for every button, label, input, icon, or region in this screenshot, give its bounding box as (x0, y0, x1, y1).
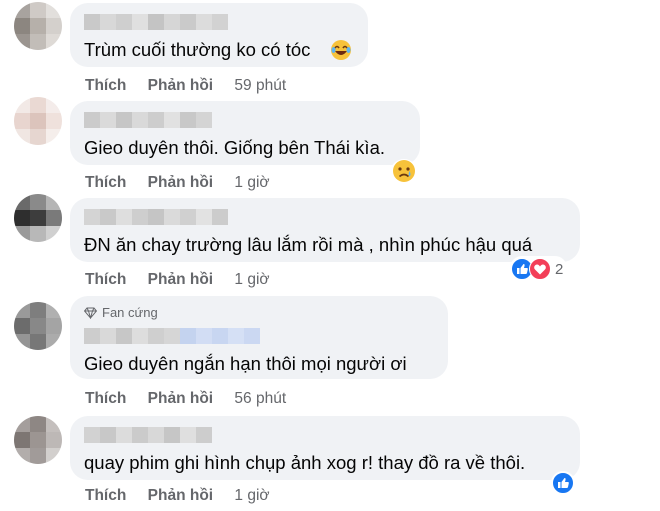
badge-label: Fan cứng (102, 305, 158, 320)
reply-button[interactable]: Phản hồi (148, 271, 213, 288)
comment-bubble: Fan cứng Gieo duyên ngắn hạn thôi mọi ng… (70, 296, 448, 379)
reply-button[interactable]: Phản hồi (148, 390, 213, 407)
reply-button[interactable]: Phản hồi (148, 487, 213, 504)
timestamp[interactable]: 1 giờ (234, 487, 269, 504)
like-button[interactable]: Thích (85, 487, 126, 504)
author-name-blurred[interactable] (84, 112, 212, 128)
comment-actions: Thích Phản hồi 1 giờ (85, 487, 270, 505)
comment-text: ĐN ăn chay trường lâu lắm rồi mà , nhìn … (84, 234, 533, 255)
comment-bubble: Gieo duyên thôi. Giống bên Thái kìa. (70, 101, 420, 165)
like-icon (552, 472, 574, 494)
avatar[interactable] (14, 2, 62, 50)
comment-text: Gieo duyên ngắn hạn thôi mọi người ơi (84, 353, 407, 374)
comment-text: quay phim ghi hình chụp ảnh xog r! thay … (84, 452, 526, 473)
comment-actions: Thích Phản hồi 59 phút (85, 77, 286, 95)
sad-emoji-icon (392, 159, 416, 188)
reaction-count: 2 (555, 260, 564, 278)
comment-text: Trùm cuối thường ko có tóc (84, 39, 311, 60)
timestamp[interactable]: 1 giờ (234, 174, 269, 191)
author-name-blurred[interactable] (84, 14, 228, 30)
author-name-blurred[interactable] (84, 328, 260, 344)
reaction-summary[interactable]: 2 (510, 256, 568, 282)
timestamp[interactable]: 1 giờ (234, 271, 269, 288)
author-name-blurred[interactable] (84, 427, 212, 443)
timestamp[interactable]: 56 phút (234, 390, 286, 407)
like-button[interactable]: Thích (85, 390, 126, 407)
comment-bubble: ĐN ăn chay trường lâu lắm rồi mà , nhìn … (70, 198, 580, 262)
reaction-summary[interactable] (551, 471, 575, 495)
comment-bubble: Trùm cuối thường ko có tóc (70, 3, 368, 67)
comment-bubble: quay phim ghi hình chụp ảnh xog r! thay … (70, 416, 580, 480)
reaction-summary[interactable] (390, 159, 418, 187)
author-name-blurred[interactable] (84, 209, 228, 225)
avatar[interactable] (14, 97, 62, 145)
avatar[interactable] (14, 194, 62, 242)
reply-button[interactable]: Phản hồi (148, 77, 213, 94)
comment-actions: Thích Phản hồi 1 giờ (85, 174, 270, 192)
timestamp[interactable]: 59 phút (234, 77, 286, 94)
avatar[interactable] (14, 416, 62, 464)
reply-button[interactable]: Phản hồi (148, 174, 213, 191)
comment-actions: Thích Phản hồi 1 giờ (85, 271, 270, 289)
like-button[interactable]: Thích (85, 174, 126, 191)
love-icon (529, 258, 551, 280)
comment-actions: Thích Phản hồi 56 phút (85, 390, 286, 408)
like-button[interactable]: Thích (85, 271, 126, 288)
diamond-icon (84, 307, 97, 319)
avatar[interactable] (14, 302, 62, 350)
like-button[interactable]: Thích (85, 77, 126, 94)
comment-text: Gieo duyên thôi. Giống bên Thái kìa. (84, 137, 385, 158)
top-fan-badge[interactable]: Fan cứng (84, 305, 158, 320)
laughing-emoji-icon (330, 39, 352, 66)
